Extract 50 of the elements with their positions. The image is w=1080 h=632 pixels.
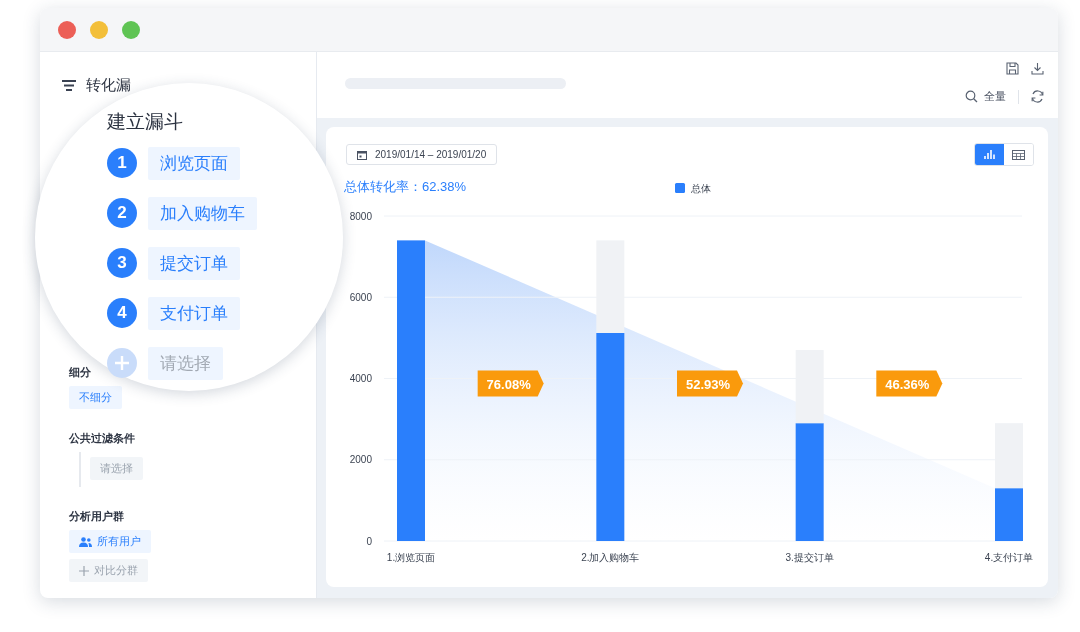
step-number: 3 bbox=[107, 248, 137, 278]
download-icon[interactable] bbox=[1031, 62, 1044, 75]
axis-tick-label: 4000 bbox=[349, 373, 372, 384]
window-control[interactable] bbox=[58, 20, 76, 39]
section-label: 公共过滤条件 bbox=[69, 431, 135, 446]
bar-chart-icon bbox=[984, 150, 995, 159]
step-select[interactable]: 浏览页面 bbox=[148, 146, 240, 180]
filter-icon bbox=[62, 80, 76, 91]
breakdown-select[interactable]: 不细分 bbox=[69, 386, 122, 409]
conversion-tag: 46.36% bbox=[876, 370, 943, 397]
table-icon bbox=[1012, 149, 1025, 160]
axis-tick-label: 0 bbox=[366, 535, 372, 547]
section-label: 细分 bbox=[69, 365, 91, 380]
chart-legend: 总体 bbox=[675, 183, 711, 194]
category-label: 1.浏览页面 bbox=[386, 552, 436, 563]
annotation: 46.36% bbox=[885, 376, 930, 392]
step-select[interactable]: 提交订单 bbox=[148, 246, 240, 280]
filter-select[interactable]: 请选择 bbox=[90, 457, 143, 480]
category-label: 3.提交订单 bbox=[785, 552, 834, 563]
annotation: 76.08% bbox=[486, 376, 532, 392]
axis-tick-label: 8000 bbox=[349, 210, 372, 222]
users-icon bbox=[79, 536, 92, 547]
step-select[interactable]: 支付订单 bbox=[148, 296, 240, 330]
category-label: 4.支付订单 bbox=[984, 552, 1034, 563]
axis-tick-label: 6000 bbox=[349, 291, 372, 303]
save-icon[interactable] bbox=[1006, 62, 1019, 75]
user-group-button[interactable]: 所有用户 bbox=[69, 530, 151, 553]
step-number: 1 bbox=[107, 148, 137, 178]
calendar-icon bbox=[357, 149, 367, 160]
step-number: 4 bbox=[107, 298, 137, 328]
legend-label: 总体 bbox=[690, 183, 711, 194]
conversion-tag: 52.93% bbox=[677, 370, 743, 397]
annotation: 52.93% bbox=[685, 376, 731, 392]
step-select[interactable]: 请选择 bbox=[148, 346, 223, 380]
step-number: 2 bbox=[107, 198, 137, 228]
plus-icon bbox=[79, 565, 89, 576]
compare-group-button[interactable]: 对比分群 bbox=[69, 559, 148, 582]
category-label: 2.加入购物车 bbox=[581, 552, 640, 563]
section-label: 分析用户群 bbox=[69, 509, 124, 524]
scope-label[interactable]: 全量 bbox=[984, 89, 1006, 104]
step-select[interactable]: 加入购物车 bbox=[148, 196, 257, 230]
axis-tick-label: 2000 bbox=[349, 454, 372, 466]
conversion-rate: 总体转化率：62.38% bbox=[344, 179, 467, 194]
funnel-title: 建立漏斗 bbox=[107, 110, 184, 134]
search-icon[interactable] bbox=[965, 90, 978, 103]
bar bbox=[995, 488, 1023, 541]
panel-title: 转化漏 bbox=[86, 76, 131, 95]
refresh-icon[interactable] bbox=[1031, 90, 1044, 103]
chart-view-button[interactable] bbox=[975, 144, 1004, 165]
date-range-field[interactable]: 2019/01/14 – 2019/01/20 bbox=[346, 144, 498, 165]
